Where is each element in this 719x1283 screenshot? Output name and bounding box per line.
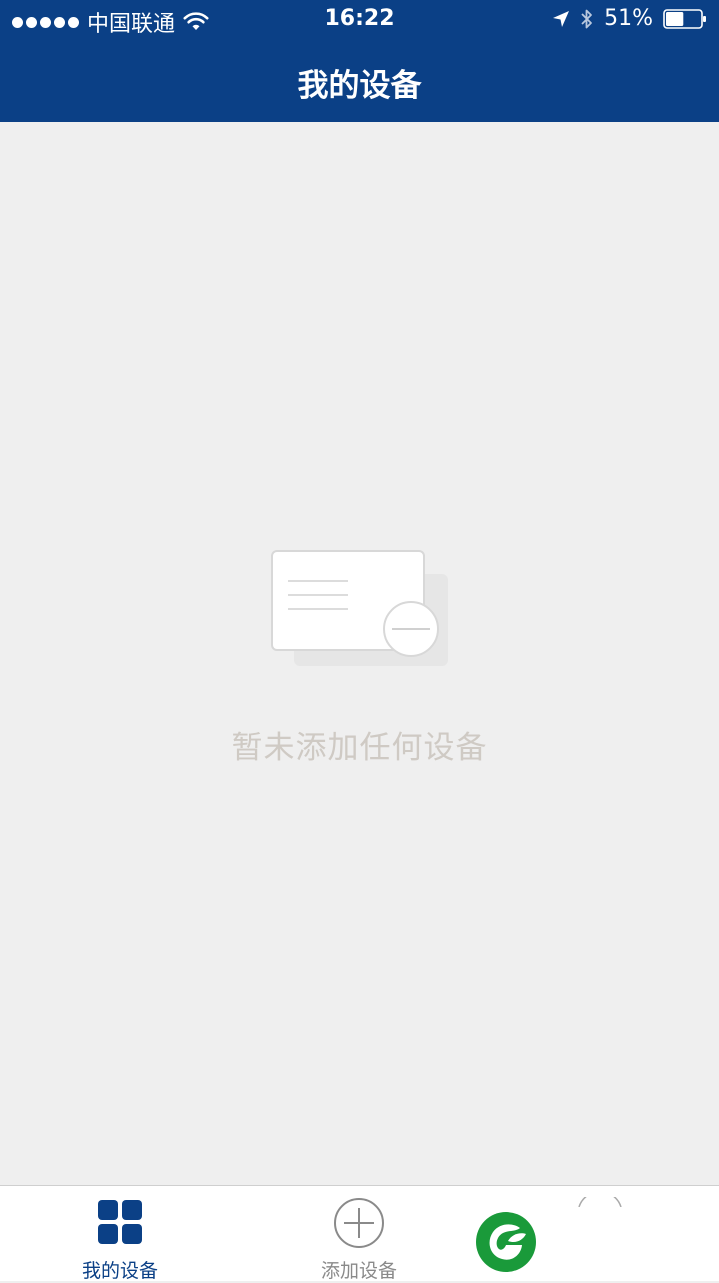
add-circle-icon: [334, 1198, 384, 1248]
tab-add-device-label: 添加设备: [320, 1260, 397, 1282]
status-right: 51%: [552, 6, 707, 31]
battery-fill: [666, 11, 684, 26]
empty-device-card-icon: [271, 550, 448, 666]
page-title: 我的设备: [297, 68, 422, 104]
tab-my-devices-label: 我的设备: [81, 1260, 158, 1282]
empty-state-message: 暂未添加任何设备: [231, 730, 488, 766]
bluetooth-icon: [581, 9, 592, 28]
grid-icon: [98, 1200, 142, 1244]
battery-percent: 51%: [604, 6, 653, 31]
location-arrow-icon: [553, 10, 570, 27]
battery-icon: [663, 8, 706, 29]
header-bar: 中国联通 16:22 51% 我的设备: [0, 0, 719, 122]
tab-add-device[interactable]: 添加设备: [289, 1186, 429, 1282]
status-bar: 中国联通 16:22 51%: [0, 0, 719, 40]
tab-my-devices[interactable]: 我的设备: [50, 1186, 190, 1282]
brand-leaf-logo-icon[interactable]: [474, 1210, 538, 1274]
partial-tab-icon: [578, 1197, 622, 1207]
